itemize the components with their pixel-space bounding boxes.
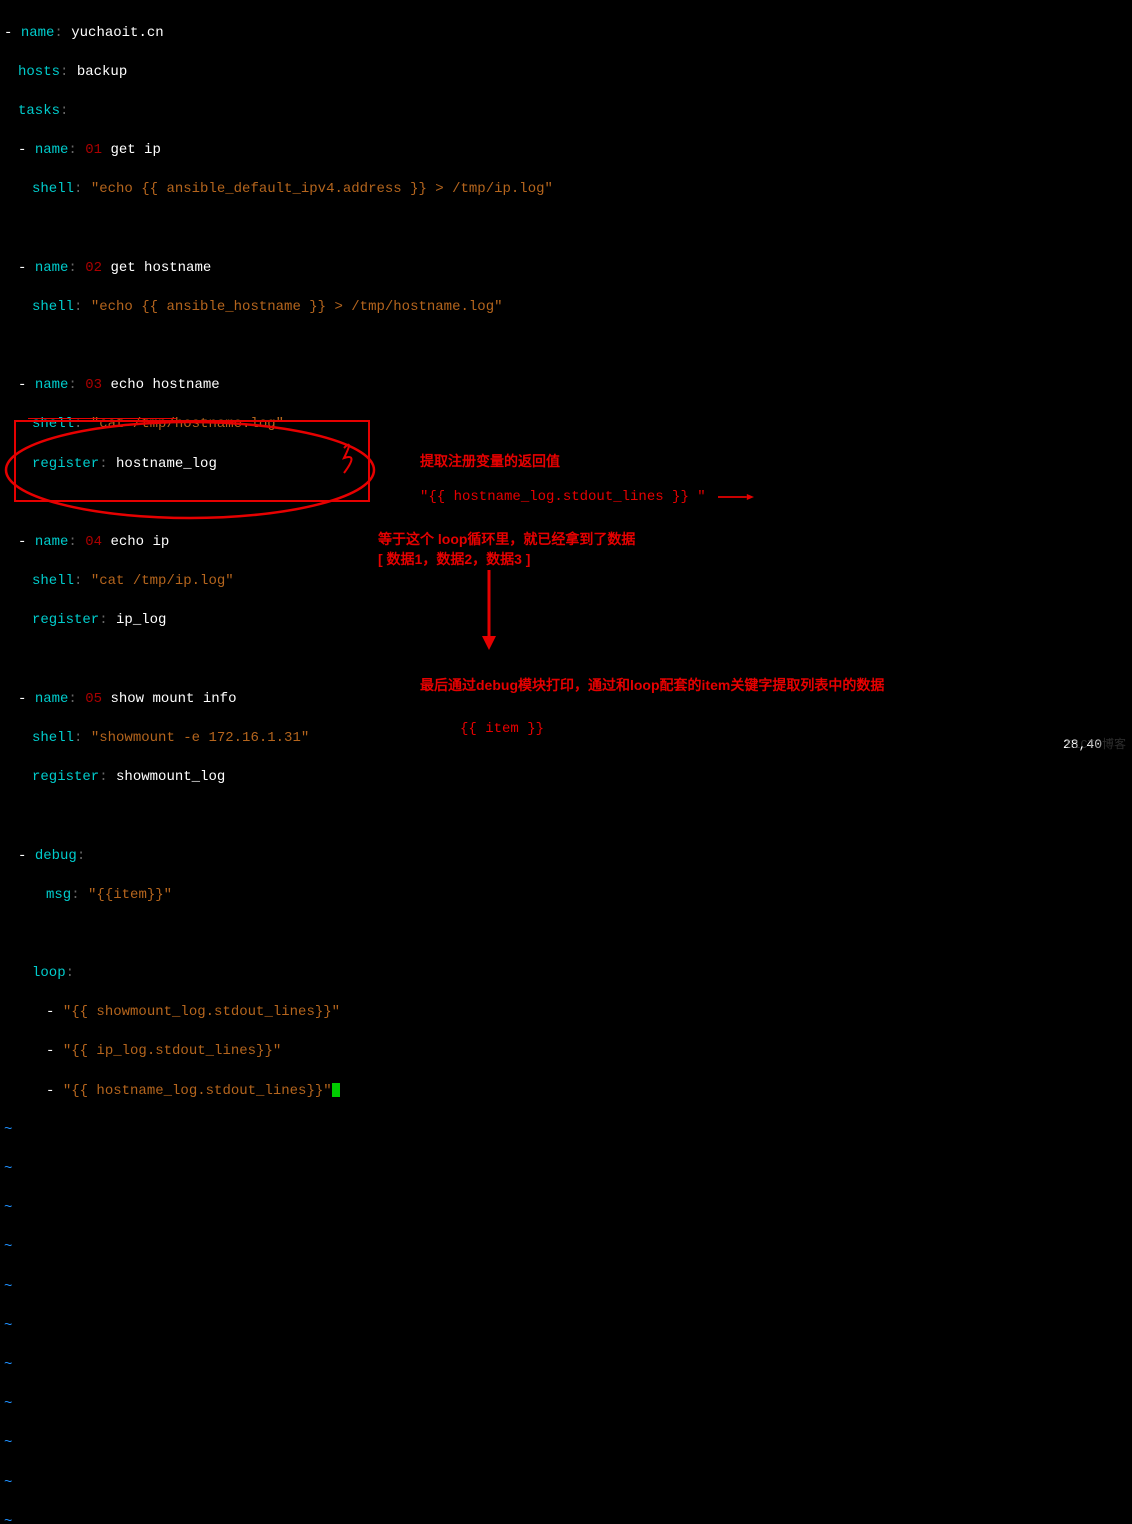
vim-tilde: ~ xyxy=(4,1513,1132,1524)
annotation-text-5: 最后通过debug模块打印，通过和loop配套的item关键字提取列表中的数据 xyxy=(420,676,884,696)
vim-tilde: ~ xyxy=(4,1160,1132,1180)
vim-tilde: ~ xyxy=(4,1238,1132,1258)
vim-tilde: ~ xyxy=(4,1121,1132,1141)
vim-tilde: ~ xyxy=(4,1278,1132,1298)
vim-tilde: ~ xyxy=(4,1317,1132,1337)
vim-tilde: ~ xyxy=(4,1395,1132,1415)
annotation-text-2: "{{ hostname_log.stdout_lines }} " xyxy=(420,488,706,508)
vim-tilde: ~ xyxy=(4,1199,1132,1219)
annotation-text-6: {{ item }} xyxy=(460,720,544,740)
watermark: 51CTO博客 xyxy=(1066,737,1126,754)
annotation-underline xyxy=(28,418,176,419)
code-editor[interactable]: - name: yuchaoit.cn hosts: backup tasks:… xyxy=(0,0,1132,1524)
arrow-right-icon xyxy=(706,494,766,500)
annotation-text-3: 等于这个 loop循环里，就已经拿到了数据 xyxy=(378,530,635,550)
annotation-text-4: [ 数据1，数据2，数据3 ] xyxy=(378,550,530,570)
cursor xyxy=(332,1083,340,1097)
annotation-text-1: 提取注册变量的返回值 xyxy=(420,452,560,472)
vim-tilde: ~ xyxy=(4,1434,1132,1454)
arrow-down-icon xyxy=(480,570,498,650)
vim-tilde: ~ xyxy=(4,1474,1132,1494)
vim-tilde: ~ xyxy=(4,1356,1132,1376)
